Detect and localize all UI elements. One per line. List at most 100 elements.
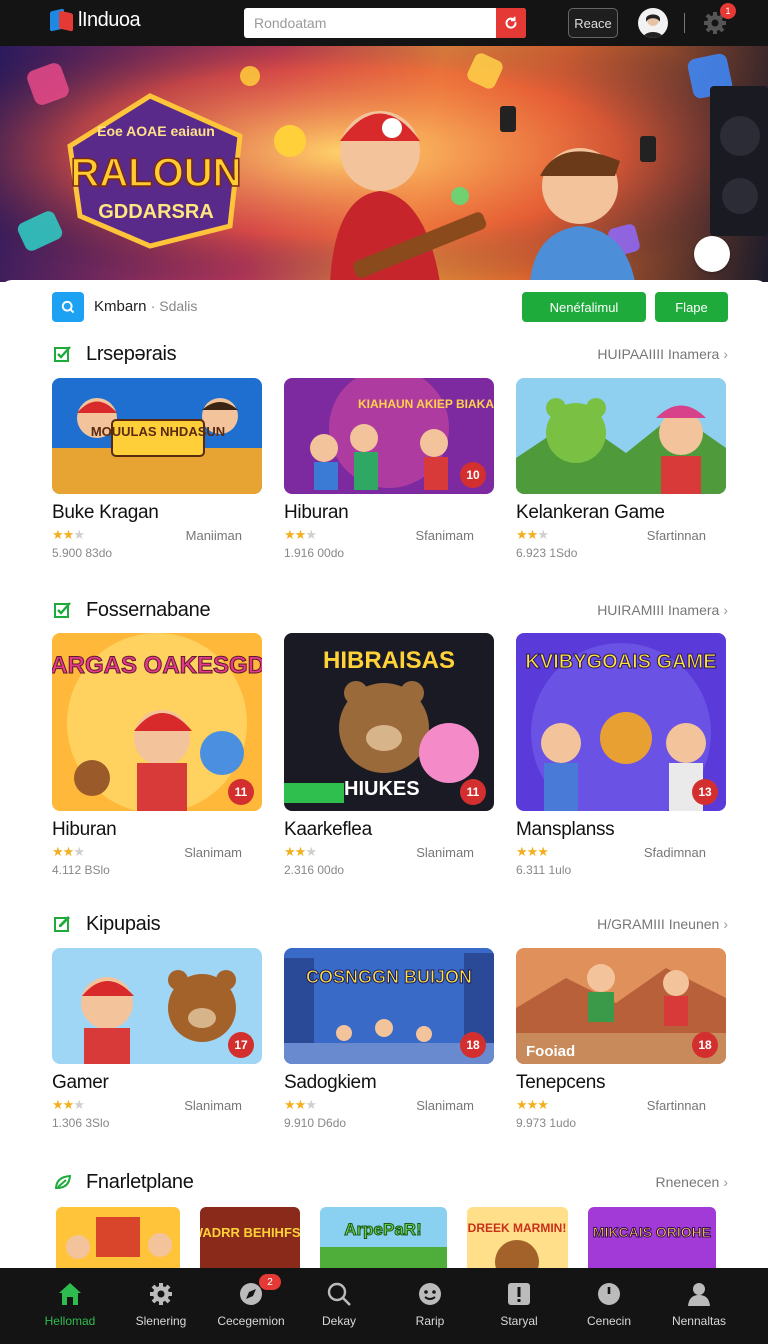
game-card[interactable]: Kelankeran Game ★★★ Sfartinnan 6.923 1Sdo — [516, 378, 728, 560]
header-divider — [684, 13, 685, 33]
search-button[interactable] — [496, 8, 526, 38]
game-views: 9.973 1udo — [516, 1116, 577, 1130]
game-tag: Sfartinnan — [646, 1098, 706, 1113]
game-card[interactable]: COSNGGN BUIJON 18 Sadogkiem ★★★ Slanimam … — [284, 948, 496, 1130]
game-card[interactable]: Fooiad 18 Tenepcens ★★★ Sfartinnan 9.973 … — [516, 948, 728, 1130]
game-title: Buke Kragan — [52, 502, 159, 523]
section-header: Fossernabane HUIRAMIII Inamera › — [52, 598, 728, 622]
filter-search-button[interactable] — [52, 292, 84, 322]
strip-art: MIKCAIS ORIOHE — [588, 1207, 716, 1270]
check-square-icon — [54, 346, 71, 362]
section-header: Lrsepərais HUIPAAIIII Inamera › — [52, 342, 728, 366]
rating-stars: ★★★ — [52, 844, 85, 859]
strip-art: DREEK MARMIN! — [467, 1207, 568, 1270]
svg-text:GDDARSRA: GDDARSRA — [98, 201, 214, 223]
rating-stars: ★★★ — [284, 844, 317, 859]
nav-item-rank[interactable]: Rarip — [382, 1280, 478, 1328]
game-views: 6.923 1Sdo — [516, 546, 578, 560]
filter-label-sub: · Sdalis — [150, 298, 198, 314]
thumbnail-title: KIAHAUN AKIEP BIAKAES — [358, 397, 494, 411]
nav-item-recent[interactable]: Cenecin — [561, 1280, 657, 1328]
game-views: 5.900 83do — [52, 546, 113, 560]
game-tag: Sfanimam — [415, 528, 474, 543]
nav-label: Cecegemion — [217, 1314, 285, 1328]
strip-art: ArpePaR! — [320, 1207, 447, 1270]
section-more-link[interactable]: H/GRAMIII Ineunen › — [597, 916, 728, 932]
game-tag: Slanimam — [416, 845, 474, 860]
notification-badge: 1 — [720, 3, 736, 19]
section-header: Kipupais H/GRAMIII Ineunen › — [52, 912, 728, 936]
user-icon — [688, 1283, 710, 1306]
game-tag: Slanimam — [416, 1098, 474, 1113]
game-card[interactable]: MOUULAS NHDASUN Buke Kragan ★★★ Maniiman … — [52, 378, 264, 560]
strip-art — [56, 1207, 180, 1270]
hero-illustration: RALOUN GDDARSRA Eoe AOAE eaiaun — [0, 46, 768, 282]
check-square-icon — [54, 602, 71, 618]
app-logo[interactable]: lInduoa — [50, 8, 141, 32]
nav-label: Hellomad — [44, 1314, 96, 1328]
face-icon — [419, 1283, 441, 1305]
nav-label: Dekay — [321, 1314, 356, 1328]
game-badge: 18 — [460, 1032, 486, 1058]
strip-thumbnail[interactable]: WADRR BEHIHFSS — [200, 1207, 300, 1270]
avatar[interactable] — [638, 8, 668, 38]
strip-thumbnail[interactable]: ArpePaR! — [320, 1207, 447, 1270]
main-content: Kmbarn · Sdalis Nenéfalimul Flape Lrsepə… — [0, 280, 768, 1270]
game-card[interactable]: KVIBYGOAIS GAME 13 Mansplanss ★★★ Sfadimn… — [516, 633, 728, 877]
nav-label: Nennaltas — [671, 1314, 727, 1328]
strip-thumbnail[interactable] — [56, 1207, 180, 1270]
game-card[interactable]: CHARGAS OAKESGDAS 11 Hiburan ★★★ Slanimam… — [52, 633, 264, 877]
section-more-link[interactable]: Rnenecen › — [656, 1174, 729, 1190]
place-button[interactable]: Reace — [568, 8, 618, 38]
search-input[interactable] — [244, 8, 496, 38]
game-thumbnail: CHARGAS OAKESGDAS 11 — [52, 633, 262, 811]
thumbnail-art — [516, 378, 726, 494]
nav-item-explore[interactable]: 2 Cecegemion — [203, 1274, 299, 1328]
game-badge: 11 — [228, 779, 254, 805]
nav-item-search[interactable]: Dekay — [291, 1280, 387, 1328]
section-title: Lrsepərais — [86, 343, 177, 365]
thumbnail-caption: HIUKES — [344, 778, 420, 800]
rating-stars: ★★★ — [284, 527, 317, 542]
game-card[interactable]: KIAHAUN AKIEP BIAKAES 10 Hiburan ★★★ Sfan… — [284, 378, 496, 560]
hero-banner[interactable]: RALOUN GDDARSRA Eoe AOAE eaiaun — [0, 46, 768, 282]
filter-label: Kmbarn · Sdalis — [94, 298, 197, 315]
hero-refresh-button[interactable] — [694, 236, 730, 272]
thumbnail-caption: Fooiad — [526, 1043, 576, 1060]
game-title: Hiburan — [284, 502, 349, 523]
strip-thumbnail[interactable]: MIKCAIS ORIOHE — [588, 1207, 716, 1270]
rating-stars: ★★★ — [52, 1097, 85, 1112]
leaf-icon — [55, 1174, 72, 1190]
section-more-link[interactable]: HUIRAMIII Inamera › — [597, 602, 728, 618]
section-more-link[interactable]: HUIPAAIIII Inamera › — [597, 346, 728, 362]
filter-primary-button[interactable]: Nenéfalimul — [522, 292, 646, 322]
svg-text:RALOUN: RALOUN — [70, 151, 241, 195]
nav-item-settings[interactable]: Slenering — [113, 1280, 209, 1328]
game-badge: 10 — [460, 462, 486, 488]
game-views: 1.306 3Slo — [52, 1116, 110, 1130]
game-card[interactable]: HIBRAISAS HIUKES 11 Kaarkeflea ★★★ Slanim… — [284, 633, 496, 877]
rating-stars: ★★★ — [516, 844, 549, 859]
game-thumbnail — [516, 378, 726, 494]
thumbnail-title: COSNGGN BUIJON — [306, 967, 472, 987]
game-views: 1.916 00do — [284, 546, 345, 560]
game-thumbnail: Fooiad 18 — [516, 948, 726, 1064]
nav-item-status[interactable]: Staryal — [471, 1280, 567, 1328]
refresh-icon — [694, 236, 768, 282]
game-title: Gamer — [52, 1072, 109, 1093]
game-card[interactable]: 17 Gamer ★★★ Slanimam 1.306 3Slo — [52, 948, 264, 1130]
nav-item-home[interactable]: Hellomad — [22, 1280, 118, 1328]
chevron-right-icon: › — [723, 602, 728, 618]
strip-thumbnail[interactable]: DREEK MARMIN! — [467, 1207, 568, 1270]
filter-row: Kmbarn · Sdalis Nenéfalimul Flape — [52, 292, 728, 322]
nav-item-profile[interactable]: Nennaltas — [651, 1280, 747, 1328]
nav-label: Slenering — [135, 1314, 187, 1328]
logo-text: lInduoa — [78, 8, 141, 31]
game-title: Mansplanss — [516, 819, 615, 840]
rating-stars: ★★★ — [52, 527, 85, 542]
section-more-label: Rnenecen — [655, 1174, 720, 1190]
filter-secondary-button[interactable]: Flape — [655, 292, 728, 322]
rating-stars: ★★★ — [516, 1097, 549, 1112]
thumbnail-title: HIBRAISAS — [323, 647, 455, 674]
game-views: 9.910 D6do — [284, 1116, 347, 1130]
